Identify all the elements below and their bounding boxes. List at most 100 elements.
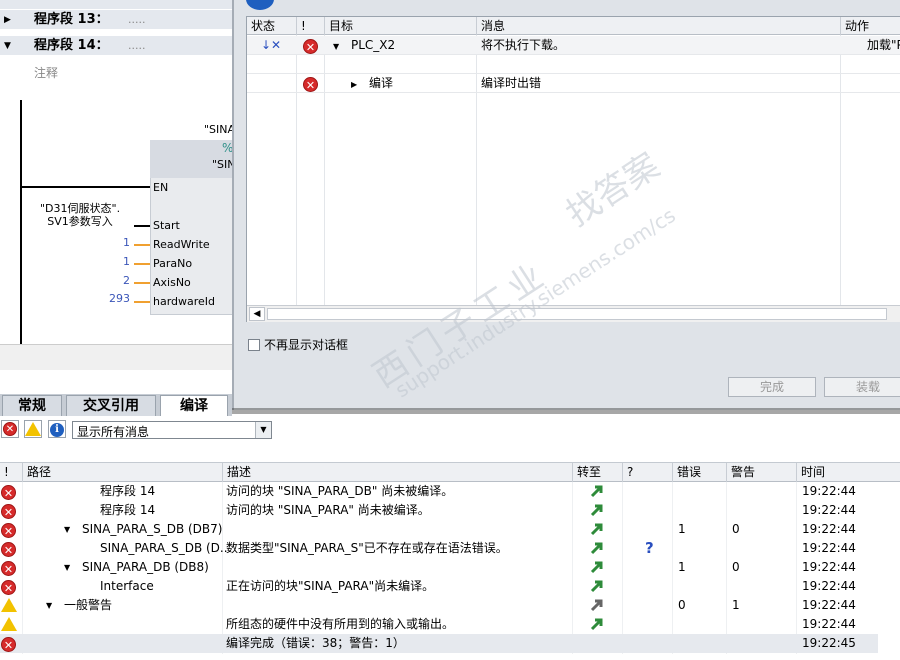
start-parameter[interactable]: "D31伺服状态". SV1参数写入 [40, 202, 120, 228]
error-count: 1 [678, 560, 686, 574]
message-row[interactable]: ▼ 一般警告 0 1 19:22:44 [0, 596, 900, 615]
help-icon[interactable]: ? [645, 539, 654, 558]
col-status[interactable]: 状态 [247, 17, 297, 35]
message-time: 19:22:44 [802, 560, 856, 574]
col-path[interactable]: 路径 [22, 463, 222, 482]
collapse-arrow-icon[interactable]: ▼ [64, 520, 70, 539]
chevron-down-icon[interactable]: ▼ [255, 422, 271, 438]
segment-title-placeholder[interactable]: ..... [128, 36, 145, 56]
collapse-arrow-icon[interactable]: ▼ [46, 596, 52, 615]
collapse-arrow-icon[interactable]: ▼ [4, 36, 11, 56]
error-icon: ✕ [303, 76, 318, 95]
target-name: PLC_X2 [351, 38, 396, 52]
pin-axisno: AxisNo [153, 276, 191, 289]
info-filter-button[interactable]: i [48, 420, 66, 438]
message-path: SINA_PARA_DB (DB8) [82, 560, 209, 574]
col-bang[interactable]: ! [297, 17, 325, 35]
grid-row[interactable]: ↓✕ ✕ ▼ PLC_X2 将不执行下载。 加载"Pl [247, 36, 900, 55]
parano-wire [134, 263, 150, 265]
scroll-thumb[interactable] [267, 308, 887, 320]
error-count: 1 [678, 522, 686, 536]
load-button[interactable]: 装载 [824, 377, 900, 397]
dont-show-checkbox[interactable]: 不再显示对话框 [248, 336, 348, 353]
tab-cross-reference[interactable]: 交叉引用 [66, 395, 156, 416]
finish-button[interactable]: 完成 [728, 377, 816, 397]
messages-right-margin [878, 482, 900, 660]
pin-en: EN [153, 181, 169, 194]
grid-scrollbar[interactable]: ◀ [247, 305, 900, 322]
col-message[interactable]: 消息 [477, 17, 841, 35]
message-description: 数据类型"SINA_PARA_S"已不存在或存在语法错误。 [226, 541, 508, 555]
message-row[interactable]: ✕ ▼ SINA_PARA_DB (DB8) 1 0 19:22:44 [0, 558, 900, 577]
message-row[interactable]: ✕ Interface 正在访问的块"SINA_PARA"尚未编译。 19:22:44 [0, 577, 900, 596]
collapse-arrow-icon[interactable]: ▼ [333, 36, 339, 55]
col-bang[interactable]: ! [0, 463, 22, 482]
message-path: SINA_PARA_S_DB (DB7) [82, 522, 223, 536]
message-row[interactable]: ✕ SINA_PARA_S_DB (D... 数据类型"SINA_PARA_S"已不… [0, 539, 900, 558]
info-icon [246, 0, 274, 10]
grid-row-empty [247, 55, 900, 74]
scroll-left-icon[interactable]: ◀ [249, 307, 265, 321]
readwrite-wire [134, 244, 150, 246]
grid-row[interactable]: ✕ ▶ 编译 编译时出错 [247, 74, 900, 93]
dialog-shadow [232, 408, 900, 414]
row-message: 将不执行下载。 [481, 38, 566, 52]
target-name: 编译 [369, 76, 394, 90]
message-row[interactable]: ✕ 编译完成（错误：38；警告：1） 19:22:45 [0, 634, 900, 653]
download-grid: 状态 ! 目标 消息 动作 ↓✕ ✕ ▼ PLC_X2 将不执行下载。 加载"P… [246, 16, 900, 322]
tab-compile[interactable]: 编译 [160, 395, 228, 416]
error-filter-button[interactable]: ✕ [1, 420, 19, 438]
pin-readwrite: ReadWrite [153, 238, 210, 251]
expand-arrow-icon[interactable]: ▶ [351, 74, 357, 93]
editor-scrollbar[interactable] [0, 344, 232, 370]
readwrite-value[interactable]: 1 [90, 236, 130, 249]
pin-start: Start [153, 219, 180, 232]
col-action[interactable]: 动作 [841, 17, 900, 35]
checkbox-box[interactable] [248, 339, 260, 351]
message-time: 19:22:44 [802, 484, 856, 498]
message-row[interactable]: ✕ 程序段 14 访问的块 "SINA_PARA_DB" 尚未被编译。 19:22:4… [0, 482, 900, 501]
parano-value[interactable]: 1 [90, 255, 130, 268]
row-action[interactable]: 加载"Pl [867, 36, 900, 55]
col-target[interactable]: 目标 [325, 17, 477, 35]
dont-show-label: 不再显示对话框 [264, 338, 349, 352]
segment-title-placeholder[interactable]: ..... [128, 10, 145, 30]
hardwareid-value[interactable]: 293 [90, 292, 130, 305]
axisno-value[interactable]: 2 [90, 274, 130, 287]
expand-arrow-icon[interactable]: ▶ [4, 10, 11, 30]
col-warnings[interactable]: 警告 [726, 463, 796, 482]
row-message: 编译时出错 [481, 76, 542, 90]
axisno-wire [134, 282, 150, 284]
collapse-arrow-icon[interactable]: ▼ [64, 558, 70, 577]
warning-filter-button[interactable] [24, 420, 42, 438]
message-row[interactable]: ✕ 程序段 14 访问的块 "SINA_PARA" 尚未被编译。 19:22:44 [0, 501, 900, 520]
col-errors[interactable]: 错误 [672, 463, 726, 482]
segment-row-13[interactable]: ▶ 程序段 13： ..... [0, 10, 232, 30]
segment-comment[interactable]: 注释 [34, 64, 58, 81]
message-time: 19:22:44 [802, 617, 856, 631]
message-time: 19:22:44 [802, 598, 856, 612]
message-row[interactable]: ✕ ▼ SINA_PARA_S_DB (DB7) 1 0 19:22:44 [0, 520, 900, 539]
warning-count: 0 [732, 522, 740, 536]
col-description[interactable]: 描述 [222, 463, 572, 482]
start-wire [134, 225, 150, 227]
inspector-tabs: 常规 交叉引用 编译 [0, 394, 232, 416]
warning-count: 1 [732, 598, 740, 612]
segment-label: 程序段 14： [34, 38, 109, 53]
segment-row-prev[interactable] [0, 0, 232, 10]
segment-row-14[interactable]: ▼ 程序段 14： ..... [0, 36, 232, 56]
message-row[interactable]: 所组态的硬件中没有所用到的输入或输出。 19:22:44 [0, 615, 900, 634]
segment-label: 程序段 13： [34, 12, 109, 27]
program-editor: ▶ 程序段 13： ..... ▼ 程序段 14： ..... 注释 "SIN A… [0, 0, 232, 372]
error-icon: ✕ [1, 636, 16, 655]
message-path: SINA_PARA_S_DB (D... [100, 541, 232, 555]
message-path: 程序段 14 [100, 503, 156, 517]
col-help[interactable]: ? [622, 463, 672, 482]
col-goto[interactable]: 转至 [572, 463, 622, 482]
message-filter-select[interactable]: 显示所有消息 ▼ [72, 421, 272, 439]
download-status-icon: ↓✕ [261, 38, 282, 52]
fb-name-label: "SIN [212, 158, 232, 171]
col-time[interactable]: 时间 [796, 463, 878, 482]
tab-general[interactable]: 常规 [2, 395, 62, 416]
download-preview-dialog: 状态 ! 目标 消息 动作 ↓✕ ✕ ▼ PLC_X2 将不执行下载。 加载"P… [232, 0, 900, 410]
